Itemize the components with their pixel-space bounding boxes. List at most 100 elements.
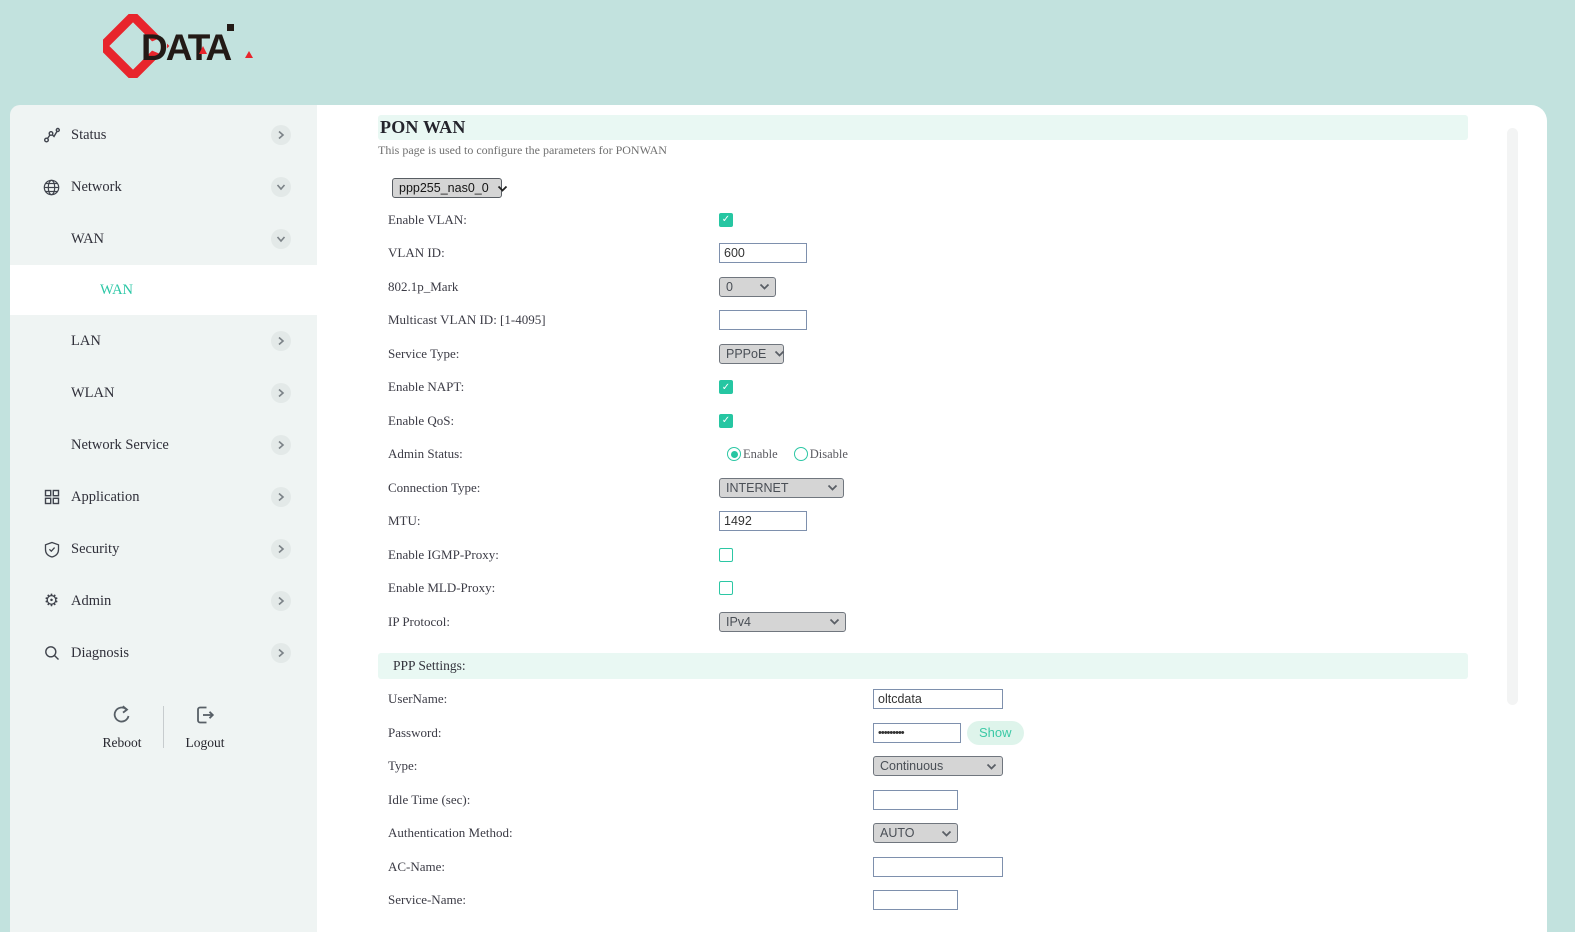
field-ppp-type: Type: Continuous <box>388 750 1547 784</box>
admin-enable-radio[interactable]: Enable <box>727 447 778 462</box>
field-connection-type: Connection Type: INTERNET <box>388 471 1547 505</box>
sidebar-item-label: Network Service <box>71 437 169 454</box>
field-label: Admin Status: <box>388 446 719 462</box>
chevron-right-icon[interactable] <box>271 539 291 559</box>
ppp-type-value: Continuous <box>880 759 943 773</box>
chevron-right-icon[interactable] <box>271 591 291 611</box>
sidebar-item-application[interactable]: Application <box>10 471 317 523</box>
field-enable-qos: Enable QoS: ✓ <box>388 404 1547 438</box>
field-vlan-id: VLAN ID: <box>388 237 1547 271</box>
interface-select[interactable]: ppp255_nas0_0 <box>392 178 502 198</box>
mtu-input[interactable] <box>719 511 807 531</box>
field-multicast-vlan: Multicast VLAN ID: [1-4095] <box>388 304 1547 338</box>
sidebar-item-lan[interactable]: LAN <box>10 315 317 367</box>
field-label: Enable VLAN: <box>388 212 719 228</box>
sidebar-item-wlan[interactable]: WLAN <box>10 367 317 419</box>
enable-qos-checkbox[interactable]: ✓ <box>719 414 733 428</box>
main-panel: PON WAN This page is used to configure t… <box>317 105 1547 932</box>
wan-form: Enable VLAN: ✓ VLAN ID: 802.1p_Mark 0 Mu… <box>388 203 1547 639</box>
field-label: Authentication Method: <box>388 825 873 841</box>
scrollbar[interactable] <box>1507 128 1518 705</box>
chevron-right-icon[interactable] <box>271 487 291 507</box>
enable-igmp-checkbox[interactable] <box>719 548 733 562</box>
ip-protocol-select[interactable]: IPv4 <box>719 612 846 632</box>
page-title: PON WAN <box>378 117 466 138</box>
field-ip-protocol: IP Protocol: IPv4 <box>388 605 1547 639</box>
sidebar-item-diagnosis[interactable]: Diagnosis <box>10 627 317 679</box>
sidebar-item-security[interactable]: Security <box>10 523 317 575</box>
sidebar-item-network-service[interactable]: Network Service <box>10 419 317 471</box>
auth-method-select[interactable]: AUTO <box>873 823 958 843</box>
vlan-id-input[interactable] <box>719 243 807 263</box>
chevron-right-icon[interactable] <box>271 383 291 403</box>
field-label: Service Type: <box>388 346 719 362</box>
chevron-down-icon[interactable] <box>271 229 291 249</box>
ac-name-input[interactable] <box>873 857 1003 877</box>
enable-napt-checkbox[interactable]: ✓ <box>719 380 733 394</box>
sidebar-footer: Reboot Logout <box>10 703 317 751</box>
field-label: IP Protocol: <box>388 614 719 630</box>
username-input[interactable] <box>873 689 1003 709</box>
admin-disable-radio[interactable]: Disable <box>794 447 848 462</box>
enable-vlan-checkbox[interactable]: ✓ <box>719 213 733 227</box>
field-label: Idle Time (sec): <box>388 792 873 808</box>
field-enable-vlan: Enable VLAN: ✓ <box>388 203 1547 237</box>
sidebar-item-label: WAN <box>71 231 104 248</box>
idle-time-input[interactable] <box>873 790 958 810</box>
sidebar-item-admin[interactable]: ⚙ Admin <box>10 575 317 627</box>
reboot-icon <box>110 703 134 732</box>
ppp-settings-header: PPP Settings: <box>378 653 1468 679</box>
sidebar-item-network[interactable]: Network <box>10 161 317 213</box>
field-mtu: MTU: <box>388 505 1547 539</box>
sidebar-item-status[interactable]: Status <box>10 109 317 161</box>
cdata-logo-icon: DATA <box>103 14 323 78</box>
chevron-right-icon[interactable] <box>271 435 291 455</box>
field-label: AC-Name: <box>388 859 873 875</box>
ppp-type-select[interactable]: Continuous <box>873 756 1003 776</box>
sidebar: Status Network WAN WAN LAN <box>10 105 317 932</box>
service-name-input[interactable] <box>873 890 958 910</box>
radio-label: Disable <box>810 447 848 462</box>
logout-button[interactable]: Logout <box>172 703 238 751</box>
field-service-type: Service Type: PPPoE <box>388 337 1547 371</box>
chevron-right-icon[interactable] <box>271 643 291 663</box>
service-type-value: PPPoE <box>726 347 766 361</box>
field-service-name: Service-Name: <box>388 884 1547 918</box>
connection-type-select[interactable]: INTERNET <box>719 478 844 498</box>
sidebar-item-label: WAN <box>100 282 133 299</box>
grid-icon <box>43 489 60 506</box>
radio-selected-icon <box>727 447 741 461</box>
shield-check-icon <box>43 541 60 558</box>
admin-status-radio-group: Enable Disable <box>727 447 848 462</box>
chevron-right-icon[interactable] <box>271 331 291 351</box>
sidebar-item-label: Status <box>71 127 106 144</box>
field-label: Multicast VLAN ID: [1-4095] <box>388 312 719 328</box>
field-ac-name: AC-Name: <box>388 850 1547 884</box>
reboot-button[interactable]: Reboot <box>89 703 155 751</box>
field-enable-igmp: Enable IGMP-Proxy: <box>388 538 1547 572</box>
show-password-button[interactable]: Show <box>967 721 1024 745</box>
sidebar-item-wan-group[interactable]: WAN <box>10 213 317 265</box>
connection-type-value: INTERNET <box>726 481 789 495</box>
status-nodes-icon <box>43 127 60 144</box>
enable-mld-checkbox[interactable] <box>719 581 733 595</box>
svg-text:DATA: DATA <box>141 27 232 68</box>
ip-protocol-value: IPv4 <box>726 615 751 629</box>
service-type-select[interactable]: PPPoE <box>719 344 784 364</box>
password-input[interactable] <box>873 723 961 743</box>
field-label: UserName: <box>388 691 873 707</box>
sidebar-item-label: Application <box>71 489 139 506</box>
sidebar-item-label: Network <box>71 179 122 196</box>
8021p-mark-select[interactable]: 0 <box>719 277 776 297</box>
reboot-label: Reboot <box>103 735 142 751</box>
chevron-down-icon[interactable] <box>271 177 291 197</box>
field-label: Password: <box>388 725 873 741</box>
8021p-mark-value: 0 <box>726 280 733 294</box>
footer-divider <box>163 706 164 748</box>
sidebar-item-wan-active[interactable]: WAN <box>10 265 317 315</box>
field-auth-method: Authentication Method: AUTO <box>388 817 1547 851</box>
field-idle-time: Idle Time (sec): <box>388 783 1547 817</box>
field-label: Enable NAPT: <box>388 379 719 395</box>
chevron-right-icon[interactable] <box>271 125 291 145</box>
multicast-vlan-input[interactable] <box>719 310 807 330</box>
